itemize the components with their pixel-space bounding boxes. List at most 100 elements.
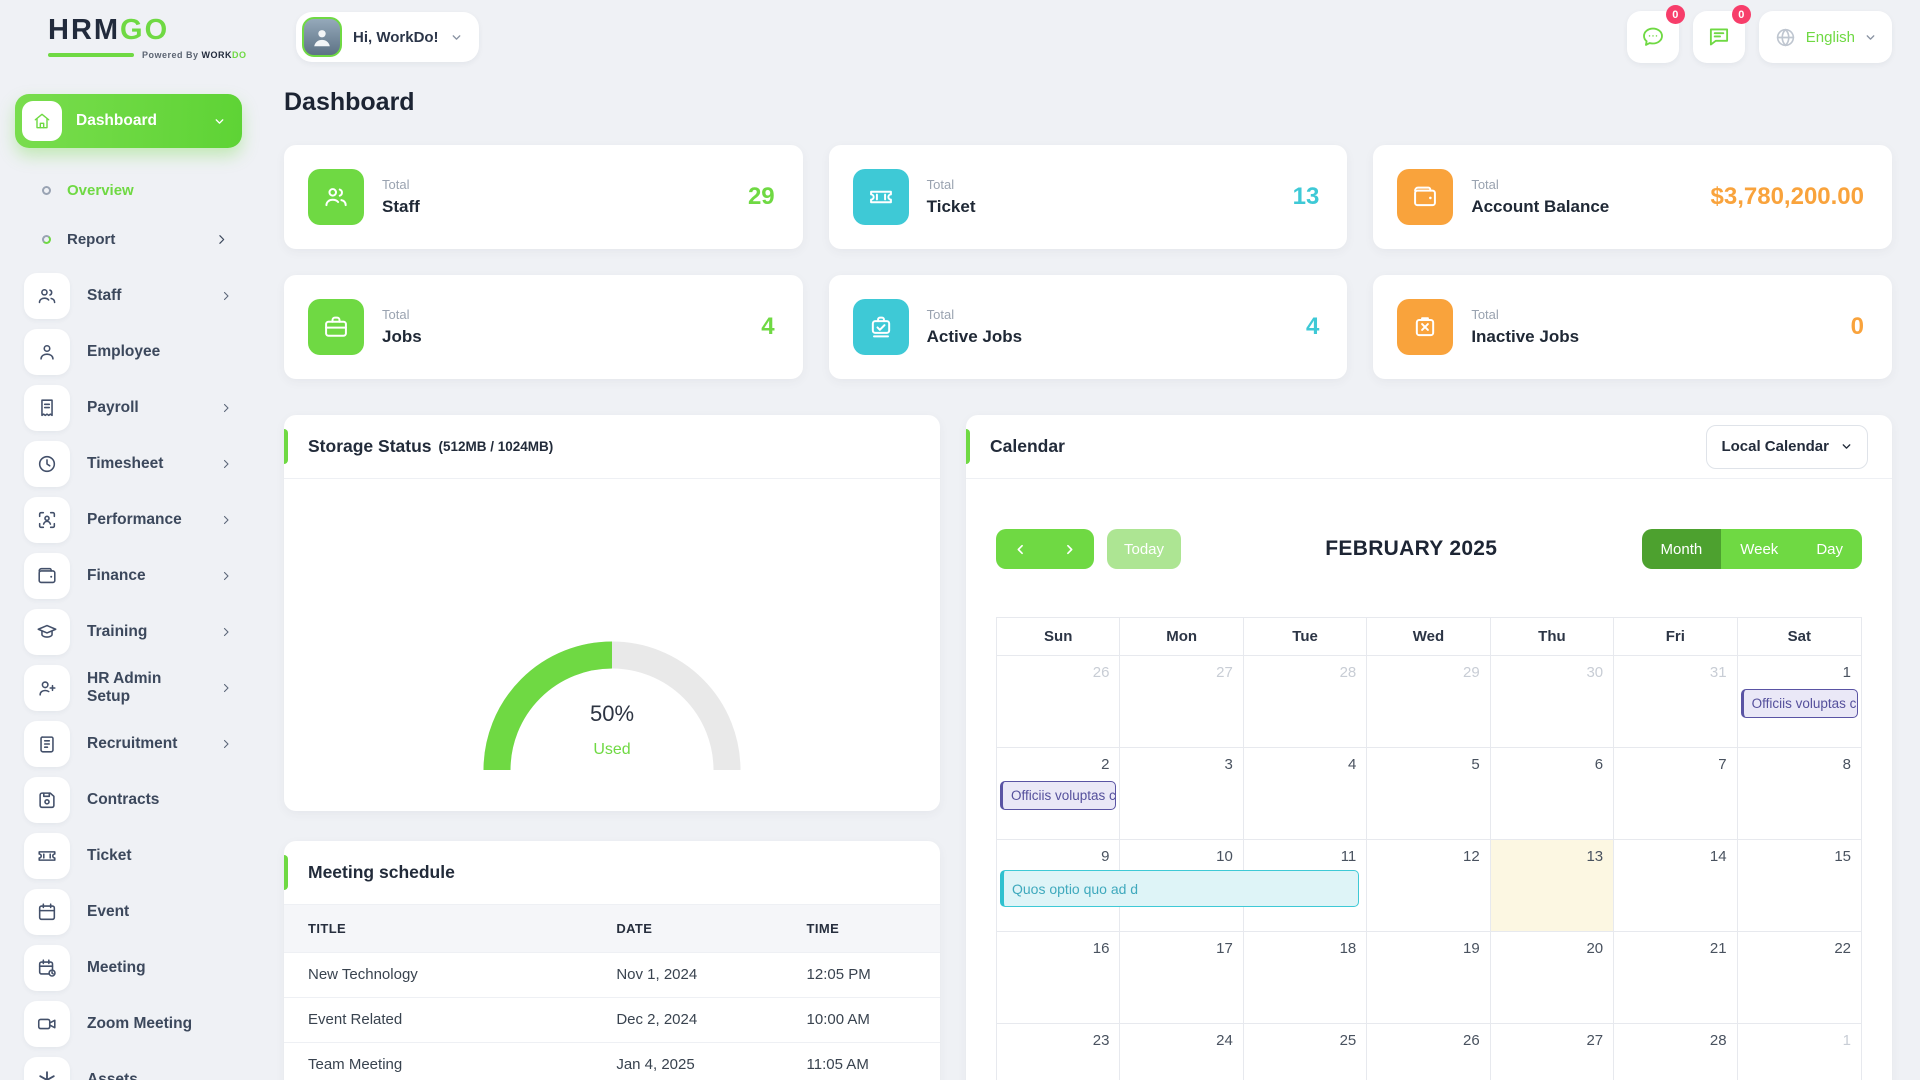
day-number: 23 [1093, 1032, 1110, 1049]
sidebar-item-dashboard[interactable]: Dashboard [15, 94, 242, 148]
calendar-day-cell[interactable]: 4 [1244, 747, 1367, 839]
main-content: Dashboard TotalStaff29TotalTicket13Total… [258, 74, 1920, 1080]
stat-label: Staff [382, 197, 420, 217]
calendar-day-cell[interactable]: 2Officiis voluptas c [997, 747, 1120, 839]
day-number: 26 [1093, 664, 1110, 681]
sidebar-item-recruitment[interactable]: Recruitment [15, 716, 258, 772]
calendar-event[interactable]: Quos optio quo ad d [1000, 870, 1359, 907]
stat-card-staff: TotalStaff29 [284, 145, 803, 249]
day-number: 15 [1834, 848, 1851, 865]
calendar-day-cell[interactable]: 6 [1491, 747, 1614, 839]
sidebar-item-ticket[interactable]: Ticket [15, 828, 258, 884]
stat-label: Account Balance [1471, 197, 1609, 217]
briefcase-check-icon [853, 299, 909, 355]
calendar-day-cell[interactable]: 18 [1244, 931, 1367, 1023]
notifications-button[interactable]: 0 [1693, 11, 1745, 63]
sidebar-item-contracts[interactable]: Contracts [15, 772, 258, 828]
day-number: 20 [1586, 940, 1603, 957]
user-menu[interactable]: Hi, WorkDo! [296, 12, 479, 62]
calendar-view-day-button[interactable]: Day [1797, 529, 1862, 569]
calendar-day-cell[interactable]: 1Officiis voluptas c [1738, 655, 1861, 747]
calendar-day-cell[interactable]: 25 [1244, 1023, 1367, 1080]
calendar-day-cell[interactable]: 26 [997, 655, 1120, 747]
calendar-view-month-button[interactable]: Month [1642, 529, 1722, 569]
calendar-day-cell[interactable]: 27 [1120, 655, 1243, 747]
sidebar-item-assets[interactable]: Assets [15, 1052, 258, 1080]
day-number: 12 [1463, 848, 1480, 865]
calendar-day-cell[interactable]: 17 [1120, 931, 1243, 1023]
calendar-day-cell[interactable]: 9Quos optio quo ad d [997, 839, 1120, 931]
sidebar-item-employee[interactable]: Employee [15, 324, 258, 380]
table-row: Team MeetingJan 4, 202511:05 AM [284, 1042, 940, 1080]
calendar-day-cell[interactable]: 7 [1614, 747, 1737, 839]
calendar-day-cell[interactable]: 15 [1738, 839, 1861, 931]
calendar-view-week-button[interactable]: Week [1721, 529, 1797, 569]
calendar-day-cell[interactable]: 14 [1614, 839, 1737, 931]
sidebar-item-event[interactable]: Event [15, 884, 258, 940]
calendar-day-cell[interactable]: 21 [1614, 931, 1737, 1023]
card-title: Meeting schedule [308, 862, 455, 883]
calendar-day-cell[interactable]: 20 [1491, 931, 1614, 1023]
chevron-down-icon [1864, 31, 1877, 44]
storage-gauge: 50% Used [467, 625, 757, 773]
calendar-source-value: Local Calendar [1721, 438, 1829, 455]
calendar-day-cell[interactable]: 12 [1367, 839, 1490, 931]
calendar-day-cell[interactable]: 24 [1120, 1023, 1243, 1080]
day-number: 19 [1463, 940, 1480, 957]
calendar-day-cell[interactable]: 3 [1120, 747, 1243, 839]
meeting-title: Team Meeting [284, 1042, 592, 1080]
calendar-day-cell[interactable]: 8 [1738, 747, 1861, 839]
sidebar-item-label: Training [87, 623, 203, 641]
calendar-day-cell[interactable]: 31 [1614, 655, 1737, 747]
sidebar-item-payroll[interactable]: Payroll [15, 380, 258, 436]
sidebar-item-performance[interactable]: Performance [15, 492, 258, 548]
sidebar-item-training[interactable]: Training [15, 604, 258, 660]
calendar-event[interactable]: Officiis voluptas c [1000, 781, 1116, 810]
sidebar-item-zoom-meeting[interactable]: Zoom Meeting [15, 996, 258, 1052]
table-header-row: TITLE DATE TIME [284, 905, 940, 952]
calendar-day-cell[interactable]: 26 [1367, 1023, 1490, 1080]
briefcase-icon [308, 299, 364, 355]
day-number: 30 [1586, 664, 1603, 681]
stat-value: $3,780,200.00 [1711, 183, 1864, 211]
sidebar-item-label: Event [87, 903, 258, 921]
calendar-day-cell[interactable]: 19 [1367, 931, 1490, 1023]
day-number: 27 [1586, 1032, 1603, 1049]
calendar-day-cell[interactable]: 29 [1367, 655, 1490, 747]
app-logo: HRMGO Powered By WORKDO [48, 14, 284, 60]
column-title: TITLE [284, 905, 592, 952]
briefcase-x-icon [1397, 299, 1453, 355]
chevron-right-icon [220, 514, 232, 526]
top-header: HRMGO Powered By WORKDO Hi, WorkDo! 0 0 [0, 0, 1920, 74]
calendar-source-select[interactable]: Local Calendar [1706, 425, 1868, 469]
calendar-day-cell[interactable]: 28 [1614, 1023, 1737, 1080]
user-icon [24, 329, 70, 375]
sidebar-item-report[interactable]: Report [15, 215, 258, 264]
messages-button[interactable]: 0 [1627, 11, 1679, 63]
calendar-event[interactable]: Officiis voluptas c [1741, 689, 1858, 718]
chevron-down-icon [1840, 440, 1853, 453]
card-title: Storage Status [308, 436, 432, 457]
calendar-day-cell[interactable]: 22 [1738, 931, 1861, 1023]
calendar-prev-button[interactable] [996, 529, 1045, 569]
calendar-day-cell[interactable]: 1 [1738, 1023, 1861, 1080]
calendar-day-cell[interactable]: 16 [997, 931, 1120, 1023]
sidebar-item-timesheet[interactable]: Timesheet [15, 436, 258, 492]
sidebar-item-finance[interactable]: Finance [15, 548, 258, 604]
calendar-day-cell[interactable]: 30 [1491, 655, 1614, 747]
calendar-next-button[interactable] [1045, 529, 1094, 569]
language-selector[interactable]: English [1759, 11, 1892, 63]
calendar-day-cell[interactable]: 28 [1244, 655, 1367, 747]
calendar-day-cell[interactable]: 27 [1491, 1023, 1614, 1080]
powered-by-text: Powered By WORKDO [142, 50, 247, 60]
calendar-day-cell[interactable]: 23 [997, 1023, 1120, 1080]
calendar-day-cell[interactable]: 5 [1367, 747, 1490, 839]
meeting-date: Dec 2, 2024 [592, 997, 782, 1042]
sidebar-item-overview[interactable]: Overview [15, 166, 258, 215]
sidebar-item-meeting[interactable]: Meeting [15, 940, 258, 996]
calendar-day-cell-today[interactable]: 13 [1491, 839, 1614, 931]
day-number: 28 [1340, 664, 1357, 681]
sidebar-item-staff[interactable]: Staff [15, 268, 258, 324]
sidebar-item-hr-admin-setup[interactable]: HR Admin Setup [15, 660, 258, 716]
calendar-today-button[interactable]: Today [1107, 529, 1181, 569]
